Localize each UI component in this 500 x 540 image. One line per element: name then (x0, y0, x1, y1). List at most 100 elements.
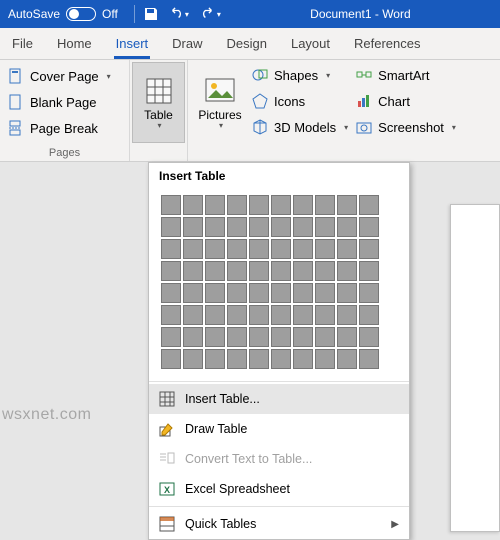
grid-cell[interactable] (161, 239, 181, 259)
grid-cell[interactable] (183, 239, 203, 259)
shapes-button[interactable]: Shapes ▾ (248, 62, 352, 88)
grid-cell[interactable] (315, 261, 335, 281)
grid-cell[interactable] (293, 195, 313, 215)
grid-cell[interactable] (359, 239, 379, 259)
redo-button[interactable]: ▾ (197, 4, 225, 24)
grid-cell[interactable] (161, 195, 181, 215)
grid-cell[interactable] (249, 283, 269, 303)
grid-cell[interactable] (205, 349, 225, 369)
grid-cell[interactable] (249, 217, 269, 237)
grid-cell[interactable] (315, 283, 335, 303)
grid-cell[interactable] (161, 283, 181, 303)
grid-cell[interactable] (249, 239, 269, 259)
grid-cell[interactable] (293, 217, 313, 237)
grid-cell[interactable] (315, 327, 335, 347)
grid-cell[interactable] (205, 283, 225, 303)
grid-cell[interactable] (227, 195, 247, 215)
grid-cell[interactable] (249, 195, 269, 215)
cover-page-button[interactable]: Cover Page ▾ (4, 63, 115, 89)
grid-cell[interactable] (249, 327, 269, 347)
grid-cell[interactable] (337, 239, 357, 259)
grid-cell[interactable] (359, 305, 379, 325)
grid-cell[interactable] (271, 327, 291, 347)
3d-models-button[interactable]: 3D Models ▾ (248, 114, 352, 140)
grid-cell[interactable] (315, 349, 335, 369)
menu-quick-tables[interactable]: Quick Tables ▶ (149, 509, 409, 539)
grid-cell[interactable] (315, 195, 335, 215)
tab-file[interactable]: File (0, 28, 45, 59)
grid-cell[interactable] (227, 239, 247, 259)
grid-cell[interactable] (183, 283, 203, 303)
grid-cell[interactable] (183, 327, 203, 347)
grid-cell[interactable] (183, 217, 203, 237)
grid-cell[interactable] (161, 305, 181, 325)
grid-cell[interactable] (271, 217, 291, 237)
grid-cell[interactable] (359, 195, 379, 215)
grid-cell[interactable] (205, 305, 225, 325)
menu-draw-table[interactable]: Draw Table (149, 414, 409, 444)
grid-cell[interactable] (337, 217, 357, 237)
grid-cell[interactable] (205, 327, 225, 347)
grid-cell[interactable] (227, 217, 247, 237)
grid-cell[interactable] (249, 261, 269, 281)
grid-cell[interactable] (337, 195, 357, 215)
undo-button[interactable]: ▾ (165, 4, 193, 24)
tab-insert[interactable]: Insert (104, 28, 161, 59)
save-icon[interactable] (141, 4, 161, 24)
grid-cell[interactable] (359, 283, 379, 303)
grid-cell[interactable] (227, 283, 247, 303)
grid-cell[interactable] (359, 261, 379, 281)
grid-cell[interactable] (161, 261, 181, 281)
menu-insert-table[interactable]: Insert Table... (149, 384, 409, 414)
grid-cell[interactable] (249, 349, 269, 369)
grid-cell[interactable] (359, 349, 379, 369)
chart-button[interactable]: Chart (352, 88, 460, 114)
icons-button[interactable]: Icons (248, 88, 352, 114)
table-button[interactable]: Table ▾ (132, 62, 185, 143)
tab-layout[interactable]: Layout (279, 28, 342, 59)
grid-cell[interactable] (205, 195, 225, 215)
tab-references[interactable]: References (342, 28, 432, 59)
grid-cell[interactable] (161, 217, 181, 237)
grid-cell[interactable] (293, 305, 313, 325)
grid-cell[interactable] (227, 261, 247, 281)
grid-cell[interactable] (359, 327, 379, 347)
page-break-button[interactable]: Page Break (4, 115, 115, 141)
grid-cell[interactable] (227, 349, 247, 369)
grid-cell[interactable] (205, 261, 225, 281)
tab-draw[interactable]: Draw (160, 28, 214, 59)
tab-home[interactable]: Home (45, 28, 104, 59)
pictures-button[interactable]: Pictures ▾ (192, 62, 248, 143)
grid-cell[interactable] (293, 239, 313, 259)
document-page[interactable] (450, 204, 500, 532)
grid-cell[interactable] (271, 349, 291, 369)
grid-cell[interactable] (161, 349, 181, 369)
grid-cell[interactable] (337, 283, 357, 303)
grid-cell[interactable] (227, 327, 247, 347)
grid-cell[interactable] (359, 217, 379, 237)
grid-cell[interactable] (205, 239, 225, 259)
grid-cell[interactable] (205, 217, 225, 237)
grid-cell[interactable] (315, 305, 335, 325)
grid-cell[interactable] (293, 261, 313, 281)
grid-cell[interactable] (315, 217, 335, 237)
grid-cell[interactable] (227, 305, 247, 325)
grid-cell[interactable] (183, 195, 203, 215)
grid-cell[interactable] (337, 305, 357, 325)
grid-cell[interactable] (161, 327, 181, 347)
grid-cell[interactable] (183, 349, 203, 369)
grid-cell[interactable] (271, 283, 291, 303)
grid-cell[interactable] (293, 349, 313, 369)
autosave-toggle[interactable]: AutoSave Off (0, 7, 126, 21)
grid-cell[interactable] (271, 195, 291, 215)
tab-design[interactable]: Design (215, 28, 279, 59)
grid-cell[interactable] (293, 327, 313, 347)
grid-cell[interactable] (271, 239, 291, 259)
grid-cell[interactable] (249, 305, 269, 325)
grid-cell[interactable] (337, 327, 357, 347)
table-grid-picker[interactable] (149, 189, 409, 379)
blank-page-button[interactable]: Blank Page (4, 89, 115, 115)
grid-cell[interactable] (183, 305, 203, 325)
menu-excel-spreadsheet[interactable]: X Excel Spreadsheet (149, 474, 409, 504)
grid-cell[interactable] (315, 239, 335, 259)
